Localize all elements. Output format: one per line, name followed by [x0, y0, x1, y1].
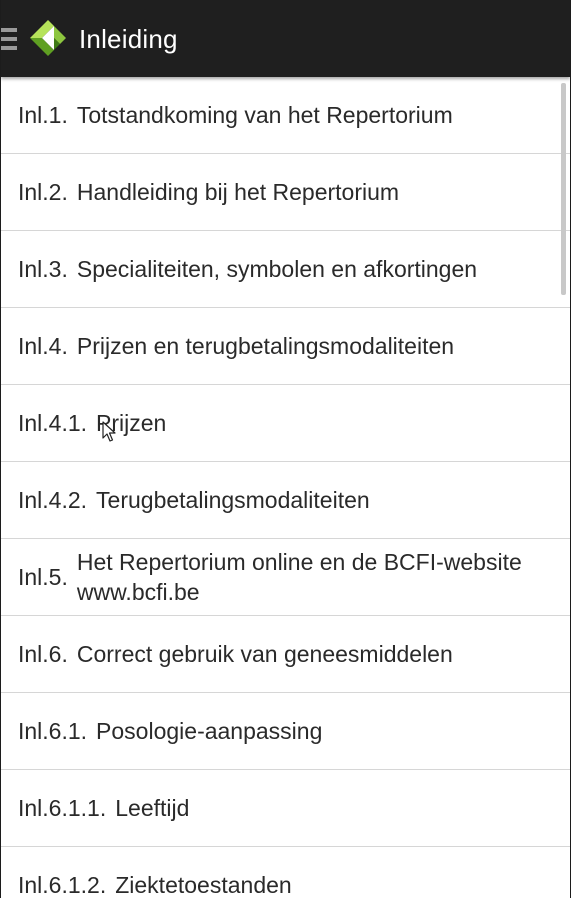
app-window: Inleiding Inl.1. Totstandkoming van het …	[0, 0, 571, 898]
list-item[interactable]: Inl.4. Prijzen en terugbetalingsmodalite…	[1, 308, 570, 385]
item-number: Inl.2.	[18, 178, 68, 205]
item-number: Inl.4.2.	[18, 486, 88, 513]
item-label: Prijzen en terugbetalingsmodaliteiten	[76, 333, 455, 359]
item-label: Terugbetalingsmodaliteiten	[96, 487, 370, 513]
item-number: Inl.6.	[18, 640, 68, 667]
item-label: Totstandkoming van het Repertorium	[76, 102, 453, 128]
item-label: Correct gebruik van geneesmiddelen	[76, 641, 453, 667]
item-label: Leeftijd	[115, 795, 190, 821]
list-item[interactable]: Inl.6. Correct gebruik van geneesmiddele…	[1, 616, 570, 693]
mouse-pointer-icon	[102, 421, 116, 442]
item-label: Handleiding bij het Repertorium	[76, 179, 400, 205]
app-bar: Inleiding	[1, 0, 570, 77]
item-number: Inl.6.1.1.	[18, 794, 107, 821]
list-item[interactable]: Inl.6.1. Posologie-aanpassing	[1, 693, 570, 770]
list-item[interactable]: Inl.6.1.1. Leeftijd	[1, 770, 570, 847]
bcfi-logo-icon[interactable]	[28, 18, 66, 58]
chapter-list: Inl.1. Totstandkoming van het Repertoriu…	[1, 77, 570, 898]
item-number: Inl.6.1.	[18, 717, 88, 744]
list-item[interactable]: Inl.3. Specialiteiten, symbolen en afkor…	[1, 231, 570, 308]
list-item[interactable]: Inl.6.1.2. Ziektetoestanden	[1, 847, 570, 898]
item-label: Het Repertorium online en de BCFI-websit…	[76, 549, 522, 605]
item-number: Inl.4.1.	[18, 409, 88, 436]
list-item[interactable]: Inl.1. Totstandkoming van het Repertoriu…	[1, 77, 570, 154]
list-item[interactable]: Inl.4.2. Terugbetalingsmodaliteiten	[1, 462, 570, 539]
item-label: Ziektetoestanden	[115, 872, 292, 898]
item-number: Inl.4.	[18, 332, 68, 359]
item-number: Inl.3.	[18, 255, 68, 282]
item-number: Inl.6.1.2.	[18, 871, 107, 898]
list-item[interactable]: Inl.4.1. Prijzen	[1, 385, 570, 462]
hamburger-menu-icon[interactable]	[1, 28, 17, 50]
page-title: Inleiding	[79, 24, 178, 54]
item-number: Inl.1.	[18, 101, 68, 128]
item-label: Posologie-aanpassing	[96, 718, 323, 744]
item-label: Specialiteiten, symbolen en afkortingen	[76, 256, 478, 282]
scrollbar[interactable]	[561, 83, 566, 295]
item-number: Inl.5.	[18, 563, 68, 590]
list-item[interactable]: Inl.5. Het Repertorium online en de BCFI…	[1, 539, 570, 616]
list-item[interactable]: Inl.2. Handleiding bij het Repertorium	[1, 154, 570, 231]
